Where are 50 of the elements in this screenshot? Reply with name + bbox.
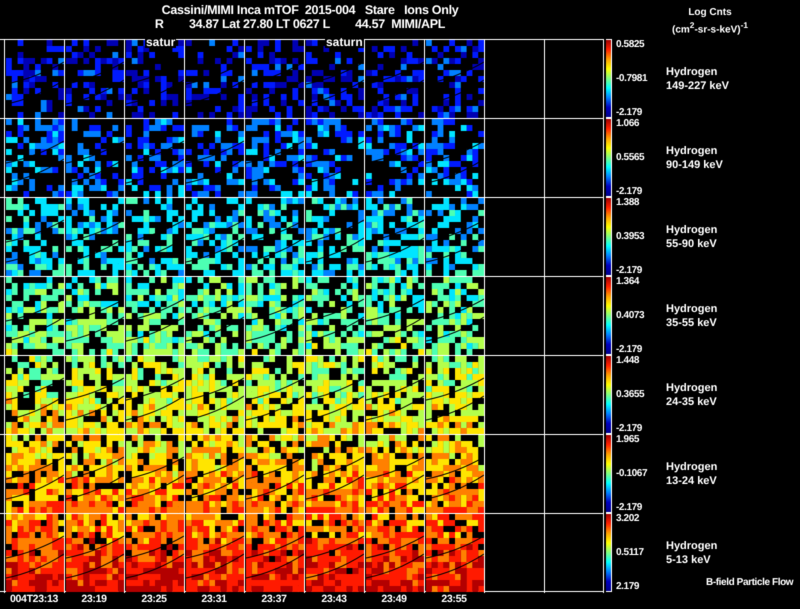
energy-range: 13-24 keV [666,474,718,488]
species-label: Hydrogen [666,64,718,78]
planet-label: satur [145,36,176,48]
scale-mid: 0.3953 [616,232,646,242]
energy-range: 5-13 keV [666,552,712,566]
scale-max: 3.202 [616,514,640,524]
energy-range: 24-35 keV [666,394,718,408]
legend-note: B-field Particle Flow [706,576,794,590]
scale-mid: -0.1067 [616,469,648,479]
time-label: 23:49 [380,592,408,606]
scale-title: Log Cnts [688,7,732,19]
scale-min: -2.179 [616,187,643,197]
energy-range: 55-90 keV [666,236,718,250]
scale-min: 2.179 [616,582,640,592]
scale-min: -2.179 [616,503,643,513]
scale-min: -2.179 [616,266,643,276]
energy-range: 35-55 keV [666,316,718,330]
time-label: 23:25 [140,592,168,606]
species-label: Hydrogen [666,380,718,394]
species-label: Hydrogen [666,222,718,236]
scale-max: 1.448 [616,356,640,366]
scale-max: 1.965 [616,435,640,445]
scale-mid: -0.7981 [616,74,648,84]
plot-title: Cassini/MIMI Inca mTOF 2015-004 Stare Ions Only [162,3,458,17]
scale-mid: 0.4073 [616,311,646,321]
time-label: 23:43 [320,592,348,606]
time-label: 23:19 [80,592,108,606]
time-label: 23:31 [200,592,228,606]
scale-max: 1.364 [616,277,640,287]
species-label: Hydrogen [666,538,718,552]
time-label: 23:55 [440,592,468,606]
energy-range: 149-227 keV [666,78,730,92]
scale-units: (cm$^{2}$-sr-s-keV)$^{-1}$ [672,19,748,36]
species-label: Hydrogen [666,144,718,158]
scale-mid: 0.5117 [616,548,645,558]
species-label: Hydrogen [666,460,718,474]
scale-mid: 0.3655 [616,390,646,400]
time-label: 23:37 [260,592,288,606]
species-label: Hydrogen [666,302,718,316]
scale-min: -2.179 [616,345,643,355]
scale-min: -2.179 [616,108,643,118]
scale-mid: 0.5565 [616,153,646,163]
scale-max: 1.388 [616,198,640,208]
scale-min: -2.179 [616,424,643,434]
time-label: 004T23:13 [8,592,60,606]
scale-max: 1.066 [616,119,640,129]
energy-range: 90-149 keV [666,158,724,172]
orbit-info: R 34.87 Lat 27.80 LT 0627 L 44.57 MIMI/APL [154,17,446,31]
scale-max: 0.5825 [616,40,646,50]
planet-label: saturn [325,36,364,48]
